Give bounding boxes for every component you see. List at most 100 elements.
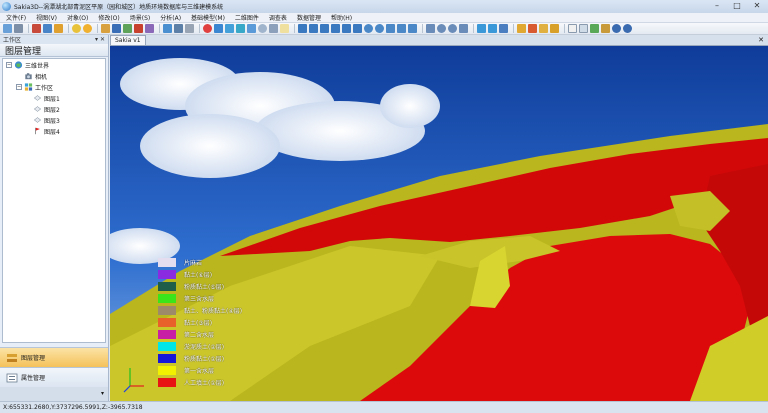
legend-item: 第一含水层 bbox=[158, 365, 214, 376]
settings-icon[interactable] bbox=[601, 24, 610, 33]
view-left-icon[interactable] bbox=[320, 24, 329, 33]
menu-help[interactable]: 帮助(H) bbox=[331, 13, 352, 22]
layer-icon bbox=[33, 117, 42, 123]
view-right-icon[interactable] bbox=[331, 24, 340, 33]
collapse-icon[interactable]: − bbox=[16, 84, 22, 90]
move-icon[interactable] bbox=[54, 24, 63, 33]
profile-icon[interactable] bbox=[499, 24, 508, 33]
cube-icon[interactable] bbox=[269, 24, 278, 33]
label-icon[interactable] bbox=[550, 24, 559, 33]
toolbar-separator bbox=[97, 24, 98, 33]
view-front-icon[interactable] bbox=[298, 24, 307, 33]
view-tab[interactable]: Sakia v1 bbox=[110, 35, 146, 45]
zoom-in-icon[interactable] bbox=[437, 24, 446, 33]
layer-manager-tab[interactable]: 图层管理 bbox=[0, 347, 108, 367]
export-icon[interactable] bbox=[174, 24, 183, 33]
close-button[interactable]: ✕ bbox=[750, 1, 764, 11]
chevron-down-icon[interactable]: ▾ bbox=[101, 390, 104, 397]
panel-pin-close-icon[interactable]: ▾ ✕ bbox=[95, 36, 105, 43]
import-icon[interactable] bbox=[163, 24, 172, 33]
legend-item: 粉质黏土(①层) bbox=[158, 353, 224, 364]
window-title: Sakia3D--涡潭湖北部青泥区平原（园和城区）地质环境数据库与三维建模系统 bbox=[14, 4, 224, 11]
fit-view-icon[interactable] bbox=[426, 24, 435, 33]
view-bottom-icon[interactable] bbox=[353, 24, 362, 33]
property-manager-tab[interactable]: 属性管理 bbox=[0, 367, 108, 387]
undo-icon[interactable] bbox=[612, 24, 621, 33]
redo-icon[interactable] bbox=[623, 24, 632, 33]
rotate-icon[interactable] bbox=[364, 24, 373, 33]
grid-icon[interactable] bbox=[14, 24, 23, 33]
tool-icon[interactable] bbox=[32, 24, 41, 33]
collapse-icon[interactable]: − bbox=[6, 62, 12, 68]
menu-base-model[interactable]: 基础模型(M) bbox=[191, 13, 225, 22]
circle-icon[interactable] bbox=[72, 24, 81, 33]
tree-node-workspace[interactable]: − 工作区 bbox=[16, 82, 53, 92]
open-icon[interactable] bbox=[101, 24, 110, 33]
close-view-icon[interactable]: ✕ bbox=[758, 36, 764, 44]
tree-node-camera[interactable]: 相机 bbox=[24, 71, 47, 81]
menu-view[interactable]: 视图(V) bbox=[36, 13, 57, 22]
picture-icon[interactable] bbox=[590, 24, 599, 33]
view-top-icon[interactable] bbox=[342, 24, 351, 33]
section-icon[interactable] bbox=[488, 24, 497, 33]
layer-icon[interactable] bbox=[123, 24, 132, 33]
delete-icon[interactable] bbox=[134, 24, 143, 33]
menu-2d-maps[interactable]: 二维图件 bbox=[235, 13, 259, 22]
view-back-icon[interactable] bbox=[309, 24, 318, 33]
nav-pane-footer: ▾ bbox=[0, 387, 108, 401]
polyline-icon[interactable] bbox=[214, 24, 223, 33]
legend-label: 第三含水层 bbox=[184, 296, 215, 303]
sphere-icon[interactable] bbox=[258, 24, 267, 33]
tree-node-layer-2[interactable]: 图层2 bbox=[33, 104, 60, 114]
legend-label: 第一含水层 bbox=[184, 368, 215, 375]
zoom-out-icon[interactable] bbox=[448, 24, 457, 33]
toolbar-separator bbox=[513, 24, 514, 33]
legend-swatch bbox=[158, 354, 176, 363]
new-icon[interactable] bbox=[3, 24, 12, 33]
flag-icon[interactable] bbox=[528, 24, 537, 33]
curve-icon[interactable] bbox=[225, 24, 234, 33]
tree-node-layer-3[interactable]: 图层3 bbox=[33, 115, 60, 125]
tree-node-layer-1[interactable]: 图层1 bbox=[33, 93, 60, 103]
zoom-extent-icon[interactable] bbox=[459, 24, 468, 33]
menu-file[interactable]: 文件(F) bbox=[6, 13, 26, 22]
menu-analysis[interactable]: 分析(A) bbox=[160, 13, 181, 22]
spin-icon[interactable] bbox=[408, 24, 417, 33]
legend-label: 黏土(⑥层) bbox=[184, 272, 213, 279]
tilt-icon[interactable] bbox=[386, 24, 395, 33]
legend-label: 片麻岩 bbox=[184, 260, 203, 267]
maximize-button[interactable]: □ bbox=[730, 1, 744, 11]
marker-icon[interactable] bbox=[539, 24, 548, 33]
measure-icon[interactable] bbox=[477, 24, 486, 33]
surface-icon[interactable] bbox=[247, 24, 256, 33]
menu-modify[interactable]: 修改(O) bbox=[98, 13, 119, 22]
point-icon[interactable] bbox=[203, 24, 212, 33]
pointer-icon[interactable] bbox=[185, 24, 194, 33]
sun-icon[interactable] bbox=[83, 24, 92, 33]
menu-scene[interactable]: 场景(S) bbox=[130, 13, 151, 22]
document-icon[interactable] bbox=[568, 24, 577, 33]
workspace-icon bbox=[24, 83, 33, 91]
menu-data-management[interactable]: 数据管理 bbox=[297, 13, 321, 22]
orbit-icon[interactable] bbox=[375, 24, 384, 33]
config-icon[interactable] bbox=[145, 24, 154, 33]
menu-survey-table[interactable]: 调查表 bbox=[269, 13, 287, 22]
save-icon[interactable] bbox=[112, 24, 121, 33]
polygon-icon[interactable] bbox=[236, 24, 245, 33]
toolbar-separator bbox=[199, 24, 200, 33]
layer-manager-label: 图层管理 bbox=[21, 355, 46, 362]
menu-object[interactable]: 对象(O) bbox=[67, 13, 88, 22]
minimize-button[interactable]: – bbox=[710, 1, 724, 11]
copy-icon[interactable] bbox=[579, 24, 588, 33]
legend-swatch bbox=[158, 282, 176, 291]
bookmark-icon[interactable] bbox=[517, 24, 526, 33]
tree-node-world[interactable]: − 三维世界 bbox=[6, 60, 49, 70]
text-icon[interactable] bbox=[280, 24, 289, 33]
toolbar-separator bbox=[159, 24, 160, 33]
window-controls: – □ ✕ bbox=[710, 1, 764, 11]
select-icon[interactable] bbox=[43, 24, 52, 33]
pan-icon[interactable] bbox=[397, 24, 406, 33]
3d-viewport[interactable]: Sakia v1 ✕ 片麻岩 黏土(⑥层) 粉质黏土(⑤层) 第三含水层 黏土、… bbox=[110, 35, 768, 401]
tree-node-layer-4[interactable]: 图层4 bbox=[33, 126, 60, 136]
status-bar: X:655331.2680,Y:3737296.5991,Z:-3965.731… bbox=[0, 401, 768, 413]
